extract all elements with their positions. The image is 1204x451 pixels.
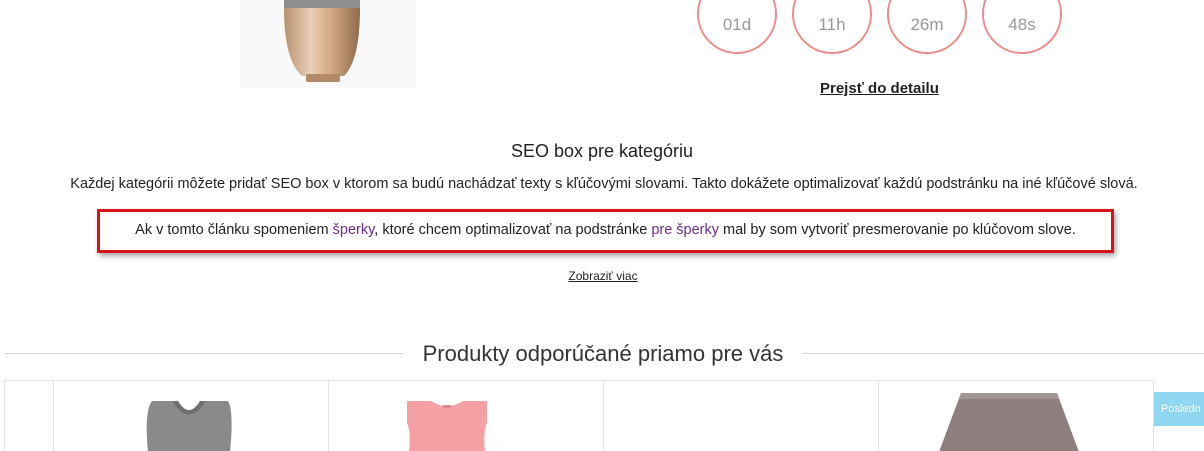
countdown-minutes: 26m xyxy=(887,0,967,54)
product-divider xyxy=(878,381,879,451)
seo-box-title: SEO box pre kategóriu xyxy=(510,141,694,161)
show-more-link[interactable]: Zobraziť viac xyxy=(568,269,637,283)
keyword-link-sperky[interactable]: šperky xyxy=(333,222,375,238)
recommended-products-title: Produkty odporúčané priamo pre vás xyxy=(422,341,784,366)
highlight-text-part: mal by som vytvoriť presmerovanie po klú… xyxy=(719,222,1076,238)
seo-highlight-text: Ak v tomto článku spomeniem šperky, ktor… xyxy=(100,222,1111,238)
highlight-annotation-box: Ak v tomto článku spomeniem šperky, ktor… xyxy=(97,209,1114,253)
countdown-days: 01d xyxy=(697,0,777,54)
product-image-grey-dress[interactable] xyxy=(144,401,234,451)
recommended-products-carousel xyxy=(4,380,1154,451)
product-image-vase[interactable] xyxy=(240,0,416,88)
product-divider xyxy=(4,381,5,451)
show-more-container: Zobraziť viac xyxy=(0,269,1204,283)
last-viewed-tab[interactable]: Posledn xyxy=(1154,392,1204,426)
highlight-text-part: , ktoré chcem optimalizovať na podstránk… xyxy=(374,222,652,238)
countdown-hours: 11h xyxy=(792,0,872,54)
product-detail-link[interactable]: Prejsť do detailu xyxy=(820,80,939,97)
product-divider xyxy=(53,381,54,451)
keyword-link-pre-sperky[interactable]: pre šperky xyxy=(651,222,719,238)
product-divider xyxy=(328,381,329,451)
vase-illustration xyxy=(284,0,360,82)
countdown-seconds: 48s xyxy=(982,0,1062,54)
product-image-pink-top[interactable] xyxy=(397,401,497,451)
product-divider xyxy=(603,381,604,451)
product-image-lampshade[interactable] xyxy=(939,393,1079,451)
countdown-timer: 01d 11h 26m 48s xyxy=(697,0,1062,54)
seo-box-text: Každej kategórii môžete pridať SEO box v… xyxy=(70,176,1138,192)
highlight-text-part: Ak v tomto článku spomeniem xyxy=(135,222,333,238)
